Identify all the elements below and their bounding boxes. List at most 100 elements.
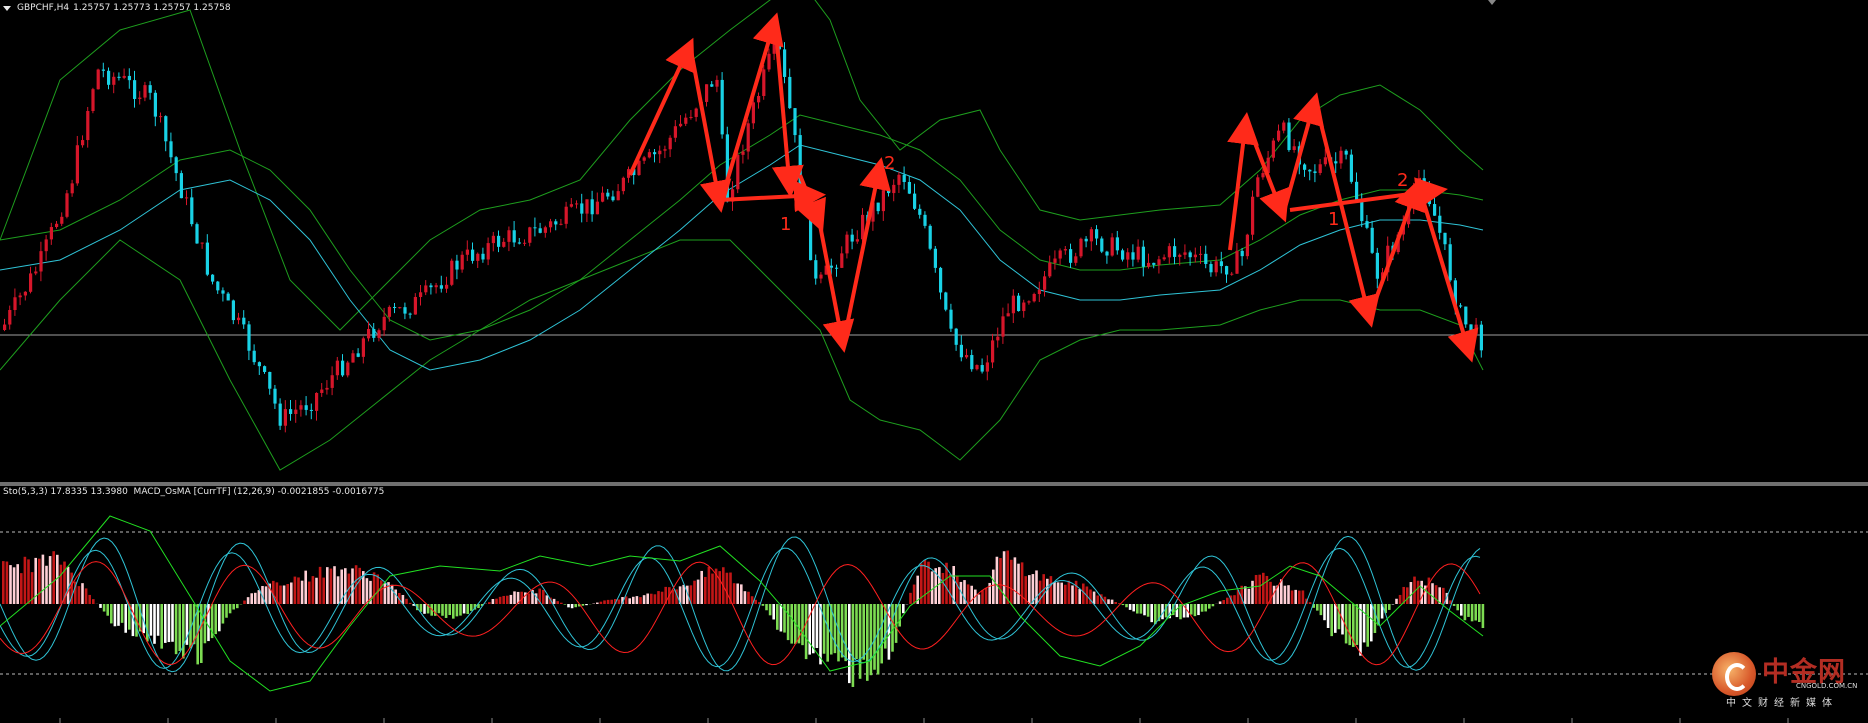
dropdown-triangle-icon[interactable] [3, 6, 11, 11]
price-chart-pane[interactable]: 1 2 1 2 GBPCHF,H4 1.25757 1.25773 1.2575… [0, 0, 1868, 482]
osma-bar [902, 604, 905, 614]
candle-body [1438, 215, 1442, 233]
candle-body [1308, 169, 1312, 172]
osma-bar [725, 572, 729, 604]
candle-body [1292, 146, 1296, 150]
candle-body [96, 69, 100, 90]
osma-bar [228, 604, 232, 614]
osma-bar [768, 604, 772, 616]
candle-body [190, 197, 194, 225]
osma-bar [462, 604, 466, 614]
candle-body [523, 242, 527, 244]
candle-body [1230, 273, 1234, 275]
candle-body [356, 353, 360, 357]
candle-body [325, 387, 329, 390]
candle-body [1209, 264, 1213, 273]
osma-bar [1110, 599, 1114, 604]
candle-body [559, 223, 563, 225]
candle-body [907, 182, 911, 194]
candle-body [1204, 253, 1208, 265]
osma-bar [20, 573, 23, 604]
osma-bar [560, 602, 563, 604]
candle-body [273, 388, 277, 404]
trend-arrow [1281, 92, 1324, 216]
osma-bar [646, 593, 649, 604]
price-chart-canvas: 1 2 1 2 [0, 0, 1868, 471]
osma-bar [909, 592, 912, 604]
osma-bar [390, 584, 394, 604]
osma-bar [455, 604, 459, 617]
trend-arrow [771, 19, 804, 198]
candle-body [855, 239, 859, 242]
candle-body [1063, 249, 1067, 251]
candle-body [1303, 164, 1307, 170]
osma-bar [1121, 604, 1125, 606]
candle-body [445, 284, 449, 289]
osma-bar [966, 584, 970, 604]
candle-body [606, 192, 610, 197]
candle-body [1006, 313, 1010, 317]
candle-body [231, 300, 235, 321]
candle-body [455, 260, 459, 270]
osma-bar [948, 574, 952, 604]
candle-body [434, 285, 438, 288]
candle-body [1339, 150, 1343, 164]
candle-body [1178, 254, 1182, 257]
indicator-pane[interactable]: Sto(5,3,3) 17.8335 13.3980 MACD_OsMA [Cu… [0, 486, 1868, 723]
candle-body [1157, 259, 1161, 265]
osma-bar [596, 602, 599, 604]
osma-bar [1470, 604, 1474, 622]
candle-body [148, 85, 152, 93]
candle-body [673, 126, 677, 138]
osma-bar [650, 593, 653, 604]
candle-body [429, 285, 433, 288]
candle-body [970, 355, 974, 370]
candle-body [876, 202, 880, 212]
osma-bar [1265, 575, 1269, 604]
osma-bar [1258, 574, 1261, 604]
trend-arrow [841, 157, 891, 346]
osma-bar [1006, 550, 1009, 604]
candle-body [1188, 252, 1192, 258]
candle-body [86, 110, 90, 141]
osma-bar [844, 604, 847, 662]
osma-bar [984, 587, 988, 604]
candle-body [658, 150, 662, 155]
osma-bar [1060, 582, 1063, 604]
osma-bar [1348, 604, 1351, 646]
osma-bar [1463, 604, 1467, 621]
candle-body [793, 108, 797, 136]
osma-bar [1262, 572, 1265, 604]
chart-shift-marker-icon[interactable] [1488, 0, 1496, 5]
candle-body [517, 242, 521, 244]
candle-body [1121, 250, 1125, 260]
candle-body [247, 324, 251, 351]
candle-body [949, 309, 953, 329]
osma-bar [671, 589, 675, 604]
candle-body [1001, 316, 1005, 337]
osma-bar [322, 577, 325, 604]
candle-body [616, 191, 620, 201]
osma-bar [1017, 563, 1020, 604]
osma-bar [747, 591, 750, 604]
osma-bar [632, 596, 635, 604]
candle-body [689, 116, 693, 118]
osma-bar [376, 574, 379, 604]
candle-body [174, 157, 178, 174]
indicator-title: Sto(5,3,3) 17.8335 13.3980 MACD_OsMA [Cu… [3, 487, 385, 497]
osma-bar [700, 570, 703, 604]
osma-bar [1150, 604, 1153, 623]
wave-label-1a: 1 [780, 214, 791, 235]
osma-bar [639, 597, 642, 604]
bollinger-upper [0, 0, 1484, 331]
candle-body [1058, 250, 1062, 259]
osma-bar [113, 604, 117, 627]
osma-bar [1218, 601, 1222, 604]
candle-body [663, 149, 667, 151]
osma-bar [1355, 604, 1359, 645]
candle-body [60, 216, 64, 224]
candle-body [918, 208, 922, 215]
candle-body [18, 295, 22, 298]
osma-bar [812, 604, 815, 654]
osma-bar [318, 566, 322, 604]
